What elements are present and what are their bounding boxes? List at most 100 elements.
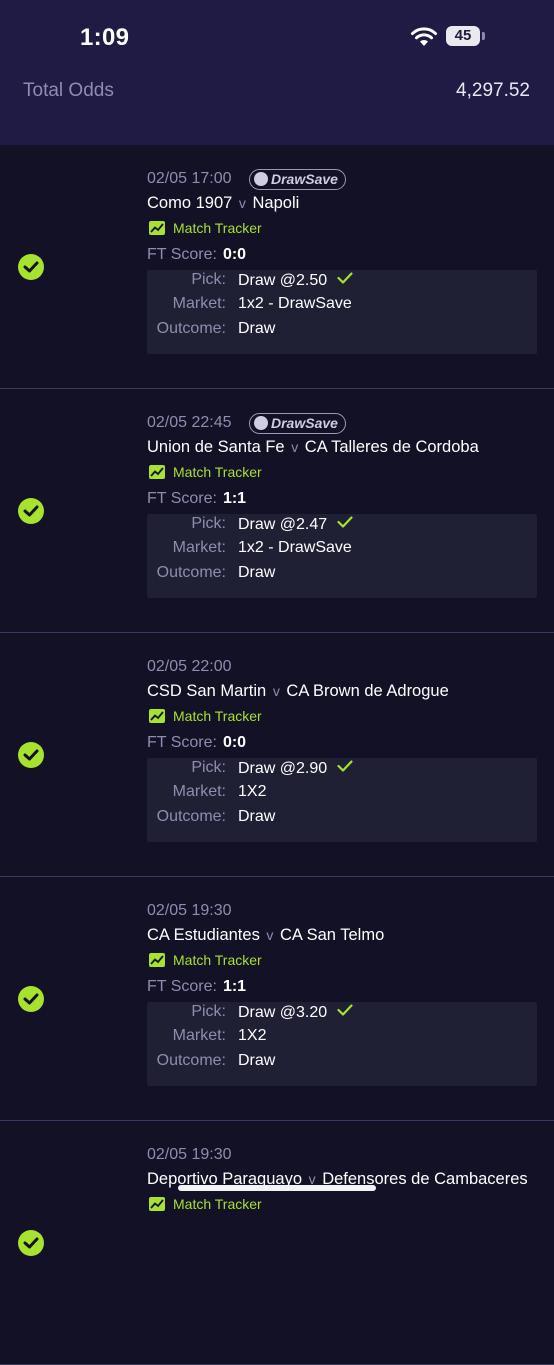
pick-value: Draw @2.47 <box>238 516 328 533</box>
bet-detail: Pick: Draw @3.20 Market: 1X2 Outcome: Draw <box>147 1002 537 1086</box>
outcome-row: Outcome: Draw <box>147 808 537 832</box>
market-label: Market: <box>172 295 226 312</box>
drawsave-icon <box>254 416 268 430</box>
bet-detail: Pick: Draw @2.47 Market: 1x2 - DrawSave Outc… <box>147 514 537 598</box>
ft-score-value: 0:0 <box>222 734 247 751</box>
match-teams[interactable]: CA Estudiantes v CA San Telmo <box>147 926 384 945</box>
drawsave-badge-label: DrawSave <box>271 415 338 431</box>
away-team: CA San Telmo <box>280 926 385 944</box>
match-tracker-label: Match Tracker <box>173 1196 262 1212</box>
outcome-row: Outcome: Draw <box>147 320 537 344</box>
ft-score-value: 1:1 <box>222 978 247 995</box>
bet-list: 02/05 17:00 DrawSave Como 1907 v Napoli Mat… <box>0 145 554 1365</box>
home-team: Union de Santa Fe <box>147 438 285 456</box>
bet-card[interactable]: 02/05 19:30 Deportivo Paraguayo v Defenso… <box>0 1121 554 1365</box>
home-team: Como 1907 <box>147 194 233 212</box>
ft-score: FT Score: 1:1 <box>147 978 246 996</box>
market-label: Market: <box>172 1027 226 1044</box>
match-datetime: 02/05 19:30 <box>147 902 232 919</box>
trend-chart-icon <box>149 953 165 967</box>
outcome-row: Outcome: Draw <box>147 564 537 588</box>
checkmark-icon <box>337 1003 353 1021</box>
match-tracker-label: Match Tracker <box>173 220 262 236</box>
pick-row: Pick: Draw @2.90 <box>147 759 537 783</box>
market-value: 1x2 - DrawSave <box>238 295 352 312</box>
outcome-label: Outcome: <box>156 564 226 581</box>
home-indicator[interactable] <box>178 1185 376 1191</box>
home-team: CSD San Martin <box>147 682 267 700</box>
match-datetime: 02/05 22:45 <box>147 414 232 431</box>
battery-icon: 45 <box>446 26 480 46</box>
versus-label: v <box>291 439 299 455</box>
pick-row: Pick: Draw @3.20 <box>147 1003 537 1027</box>
outcome-value: Draw <box>238 1052 276 1069</box>
market-row: Market: 1x2 - DrawSave <box>147 295 537 319</box>
match-tracker-link[interactable]: Match Tracker <box>149 1196 262 1212</box>
pick-value: Draw @2.50 <box>238 272 328 289</box>
trend-chart-icon <box>149 1197 165 1211</box>
pick-row: Pick: Draw @2.50 <box>147 271 537 295</box>
away-team: CA Talleres de Cordoba <box>304 438 479 456</box>
total-odds-label: Total Odds <box>23 80 114 101</box>
versus-label: v <box>238 195 246 211</box>
ft-score: FT Score: 1:1 <box>147 490 246 508</box>
trend-chart-icon <box>149 221 165 235</box>
match-tracker-label: Match Tracker <box>173 464 262 480</box>
checkmark-icon <box>337 515 353 533</box>
match-datetime: 02/05 19:30 <box>147 1146 232 1163</box>
market-row: Market: 1X2 <box>147 1027 537 1051</box>
status-bar: 1:09 45 <box>0 0 554 76</box>
outcome-value: Draw <box>238 320 276 337</box>
bet-detail: Pick: Draw @2.50 Market: 1x2 - DrawSave Outc… <box>147 270 537 354</box>
match-tracker-link[interactable]: Match Tracker <box>149 952 262 968</box>
ft-score-value: 0:0 <box>222 246 247 263</box>
pick-label: Pick: <box>191 515 226 532</box>
bet-card[interactable]: 02/05 19:30 CA Estudiantes v CA San Telmo… <box>0 877 554 1121</box>
versus-label: v <box>266 927 274 943</box>
match-datetime: 02/05 17:00 <box>147 170 232 187</box>
pick-label: Pick: <box>191 271 226 288</box>
bet-card[interactable]: 02/05 22:45 DrawSave Union de Santa Fe v C… <box>0 389 554 633</box>
bet-detail: Pick: Draw @2.90 Market: 1X2 Outcome: Draw <box>147 758 537 842</box>
bet-card[interactable]: 02/05 17:00 DrawSave Como 1907 v Napoli Mat… <box>0 145 554 389</box>
market-value: 1x2 - DrawSave <box>238 539 352 556</box>
match-tracker-link[interactable]: Match Tracker <box>149 464 262 480</box>
bet-card[interactable]: 02/05 22:00 CSD San Martin v CA Brown de … <box>0 633 554 877</box>
ft-score-label: FT Score: <box>147 246 217 263</box>
match-tracker-link[interactable]: Match Tracker <box>149 220 262 236</box>
pick-value: Draw @2.90 <box>238 760 328 777</box>
match-teams[interactable]: CSD San Martin v CA Brown de Adrogue <box>147 682 449 701</box>
pick-label: Pick: <box>191 1003 226 1020</box>
check-circle-icon <box>18 986 44 1012</box>
match-teams[interactable]: Como 1907 v Napoli <box>147 194 299 213</box>
check-circle-icon <box>18 1230 44 1256</box>
ft-score: FT Score: 0:0 <box>147 734 246 752</box>
pick-row: Pick: Draw @2.47 <box>147 515 537 539</box>
match-tracker-link[interactable]: Match Tracker <box>149 708 262 724</box>
away-team: CA Brown de Adrogue <box>286 682 449 700</box>
away-team: Napoli <box>252 194 300 212</box>
pick-label: Pick: <box>191 759 226 776</box>
match-tracker-label: Match Tracker <box>173 952 262 968</box>
match-datetime: 02/05 22:00 <box>147 658 232 675</box>
market-label: Market: <box>172 783 226 800</box>
outcome-value: Draw <box>238 564 276 581</box>
ft-score-label: FT Score: <box>147 734 217 751</box>
ft-score-label: FT Score: <box>147 490 217 507</box>
market-label: Market: <box>172 539 226 556</box>
market-value: 1X2 <box>238 783 267 800</box>
versus-label: v <box>272 683 280 699</box>
trend-chart-icon <box>149 709 165 723</box>
outcome-label: Outcome: <box>156 320 226 337</box>
ft-score: FT Score: 0:0 <box>147 246 246 264</box>
checkmark-icon <box>337 759 353 777</box>
drawsave-badge-label: DrawSave <box>271 171 338 187</box>
total-odds-value: 4,297.52 <box>456 80 530 101</box>
drawsave-badge: DrawSave <box>249 169 346 190</box>
match-teams[interactable]: Union de Santa Fe v CA Talleres de Cordo… <box>147 438 479 457</box>
ft-score-value: 1:1 <box>222 490 247 507</box>
status-time: 1:09 <box>80 24 130 51</box>
match-tracker-label: Match Tracker <box>173 708 262 724</box>
drawsave-icon <box>254 172 268 186</box>
outcome-label: Outcome: <box>156 1052 226 1069</box>
